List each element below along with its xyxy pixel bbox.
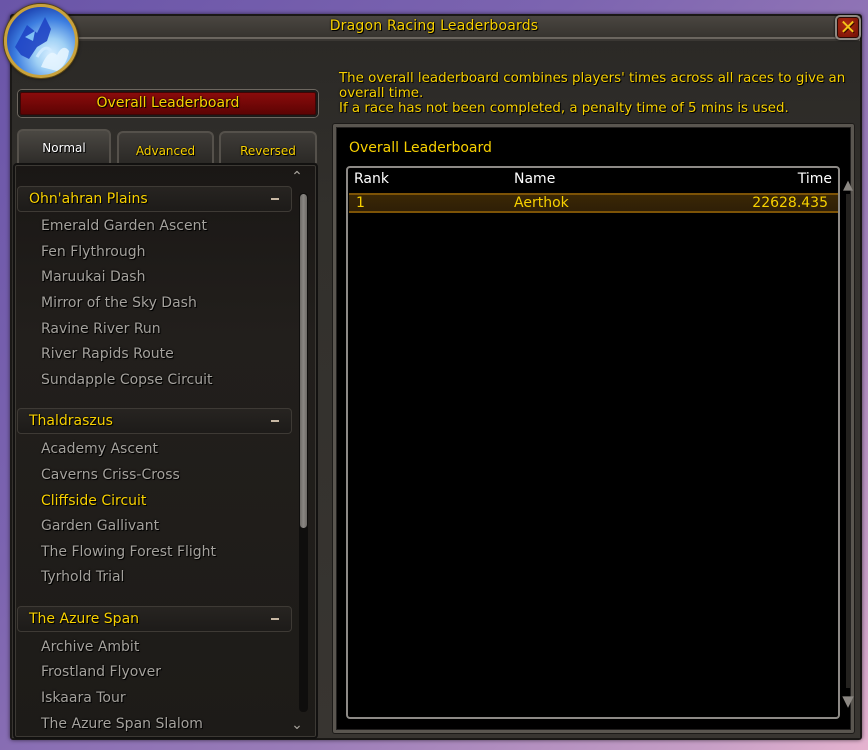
leaderboard-scroll-down-button[interactable]: ▼ xyxy=(841,690,855,712)
race-item[interactable]: Caverns Criss-Cross xyxy=(41,467,180,483)
race-item[interactable]: Frostland Flyover xyxy=(41,664,161,680)
row-time: 22628.435 xyxy=(752,195,828,211)
zone-label: Thaldraszus xyxy=(29,413,113,429)
tab-reversed[interactable]: Reversed xyxy=(219,131,317,163)
race-item[interactable]: Iskaara Tour xyxy=(41,690,126,706)
leaderboard-table xyxy=(346,166,840,719)
leaderboard-description: The overall leaderboard combines players… xyxy=(339,71,854,116)
minus-icon[interactable] xyxy=(271,198,279,200)
race-item-selected[interactable]: Cliffside Circuit xyxy=(41,493,146,509)
race-list-scroll-up-button[interactable]: ⌃ xyxy=(288,169,306,185)
leaderboard-title: Overall Leaderboard xyxy=(349,140,492,156)
leaderboard-scroll-up-button[interactable]: ▲ xyxy=(841,178,855,193)
dragon-emblem-icon xyxy=(4,4,78,78)
race-list-scrollbar-thumb[interactable] xyxy=(300,194,307,528)
description-line-1: The overall leaderboard combines players… xyxy=(339,71,846,101)
description-line-2: If a race has not been completed, a pena… xyxy=(339,101,789,116)
row-rank: 1 xyxy=(356,195,365,211)
race-item[interactable]: Academy Ascent xyxy=(41,441,158,457)
column-header-time[interactable]: Time xyxy=(798,171,832,187)
race-item[interactable]: Sundapple Copse Circuit xyxy=(41,372,212,388)
column-header-rank[interactable]: Rank xyxy=(354,171,389,187)
race-item[interactable]: The Flowing Forest Flight xyxy=(41,544,216,560)
race-item[interactable]: Emerald Garden Ascent xyxy=(41,218,207,234)
tab-normal[interactable]: Normal xyxy=(17,129,111,163)
row-name: Aerthok xyxy=(514,195,569,211)
minus-icon[interactable] xyxy=(271,618,279,620)
zone-label: Ohn'ahran Plains xyxy=(29,191,148,207)
arrow-up-icon: ▲ xyxy=(843,178,853,193)
column-header-name[interactable]: Name xyxy=(514,171,555,187)
overall-leaderboard-button[interactable]: Overall Leaderboard xyxy=(18,90,318,117)
zone-header-the-azure-span[interactable]: The Azure Span xyxy=(17,606,292,632)
race-item[interactable]: Archive Ambit xyxy=(41,639,139,655)
race-item[interactable]: Fen Flythrough xyxy=(41,244,145,260)
window-title: Dragon Racing Leaderboards xyxy=(329,18,539,34)
race-item[interactable]: River Rapids Route xyxy=(41,346,174,362)
race-item[interactable]: Ravine River Run xyxy=(41,321,161,337)
race-item[interactable]: The Azure Span Slalom xyxy=(41,716,203,732)
leaderboard-scrollbar-track[interactable] xyxy=(846,194,850,688)
table-row[interactable]: 1 Aerthok 22628.435 xyxy=(349,193,838,213)
race-item[interactable]: Mirror of the Sky Dash xyxy=(41,295,197,311)
close-button[interactable]: ✕ xyxy=(835,15,861,40)
zone-header-thaldraszus[interactable]: Thaldraszus xyxy=(17,408,292,434)
tab-advanced[interactable]: Advanced xyxy=(117,131,214,163)
zone-label: The Azure Span xyxy=(29,611,140,627)
close-icon: ✕ xyxy=(839,15,857,39)
arrow-down-icon: ▼ xyxy=(842,692,854,710)
race-item[interactable]: Garden Gallivant xyxy=(41,518,159,534)
race-item[interactable]: Tyrhold Trial xyxy=(41,569,124,585)
race-list-scroll-down-button[interactable]: ⌄ xyxy=(288,717,306,733)
chevron-down-icon: ⌄ xyxy=(291,717,303,733)
race-item[interactable]: Maruukai Dash xyxy=(41,269,145,285)
chevron-up-icon: ⌃ xyxy=(291,169,303,185)
zone-header-ohnahran-plains[interactable]: Ohn'ahran Plains xyxy=(17,186,292,212)
minus-icon[interactable] xyxy=(271,420,279,422)
